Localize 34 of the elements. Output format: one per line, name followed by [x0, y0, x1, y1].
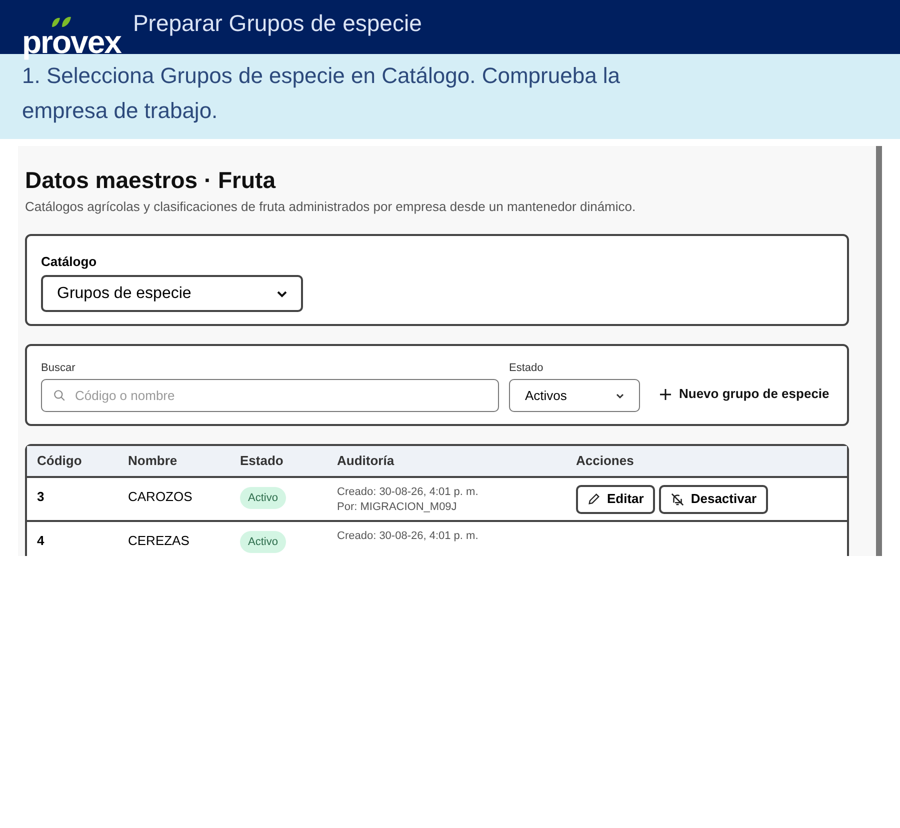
name-cell: CEREZAS: [128, 532, 190, 548]
deactivate-button[interactable]: Desactivar: [658, 484, 768, 514]
status-badge: Activo: [240, 530, 286, 553]
status-label: Estado: [509, 360, 544, 376]
code-cell: 4: [37, 532, 44, 548]
column-header: Nombre: [128, 452, 178, 468]
status-select[interactable]: Activos: [509, 379, 640, 412]
created-text: Creado: 30-08-26, 4:01 p. m.: [337, 528, 480, 544]
slashed-bell-icon: [670, 492, 685, 506]
column-header: Estado: [240, 452, 284, 468]
author-text: Por: MIGRACION_M09J: [337, 500, 458, 514]
catalog-label: Catálogo: [41, 252, 98, 271]
name-cell: CAROZOS: [128, 488, 192, 504]
catalog-select[interactable]: Grupos de especie: [41, 275, 303, 312]
chevron-down-icon: [277, 290, 287, 298]
pencil-icon: [587, 492, 601, 506]
column-header: Código: [37, 452, 82, 468]
page-title: Preparar Grupos de especie: [132, 9, 422, 38]
plus-icon: [660, 388, 671, 400]
leaf-icon: [50, 16, 72, 28]
edit-button[interactable]: Editar: [576, 484, 655, 514]
instruction-text: 1. Selecciona Grupos de especie en Catálogo. Comprueba la empresa de trabajo.: [22, 62, 622, 125]
status-badge: Activo: [240, 486, 286, 509]
code-cell: 3: [37, 488, 44, 504]
screen-subtitle: Catálogos agrícolas y clasificaciones de fruta administrados por empresa desde un mantenedor dinámico.: [25, 198, 637, 216]
chevron-down-icon: [616, 392, 624, 398]
search-label: Buscar: [41, 360, 76, 376]
column-header: Acciones: [576, 452, 634, 468]
screen-title: Datos maestros · Fruta: [25, 166, 277, 194]
column-header: Auditoría: [337, 452, 394, 468]
new-species-group-button[interactable]: Nuevo grupo de especie: [660, 378, 830, 410]
search-icon: [53, 389, 66, 402]
search-field[interactable]: Código o nombre: [41, 379, 499, 412]
created-text: Creado: 30-08-26, 4:01 p. m.: [337, 484, 480, 500]
